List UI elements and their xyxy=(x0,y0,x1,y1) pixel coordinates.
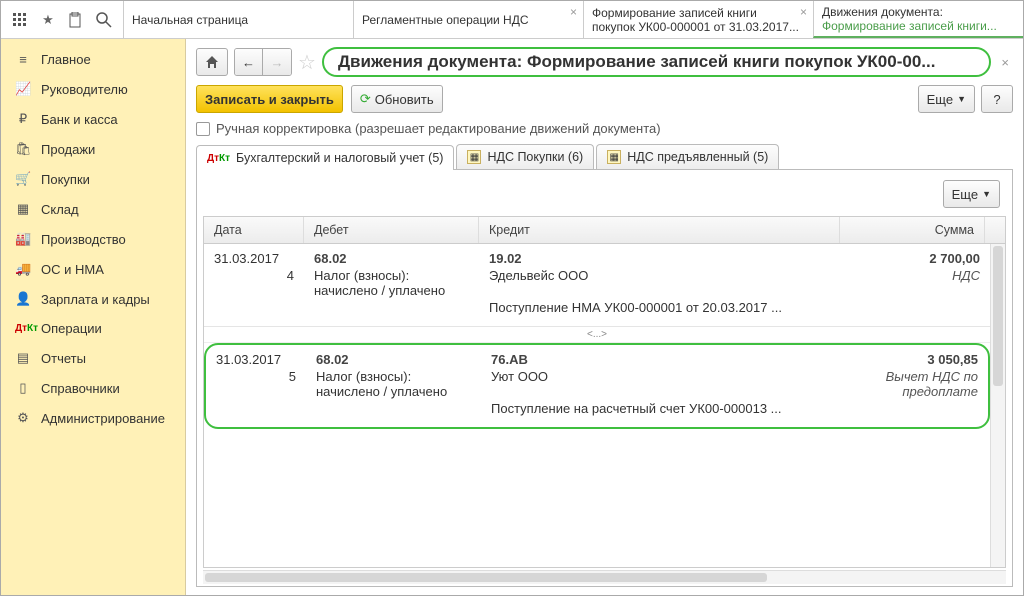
menu-icon: ≡ xyxy=(15,52,31,67)
tab-home[interactable]: Начальная страница xyxy=(123,1,353,38)
tab-doc-movements[interactable]: Движения документа: Формирование записей… xyxy=(813,1,1024,38)
sidebar-item-assets[interactable]: 🚚ОС и НМА xyxy=(1,254,185,284)
sidebar-item-hr[interactable]: 👤Зарплата и кадры xyxy=(1,284,185,314)
close-icon[interactable]: × xyxy=(800,5,807,19)
col-credit[interactable]: Кредит xyxy=(479,217,840,243)
dk-icon: ДтКт xyxy=(207,153,230,164)
nav-arrows: ← → xyxy=(234,48,292,76)
book-icon: ▯ xyxy=(15,380,31,396)
back-button[interactable]: ← xyxy=(235,49,263,75)
chart-icon: 📈 xyxy=(15,81,31,97)
vertical-scrollbar[interactable] xyxy=(990,244,1005,567)
sidebar-item-operations[interactable]: ДтКтОперации xyxy=(1,314,185,343)
row-separator: <...> xyxy=(204,327,990,343)
sidebar-item-warehouse[interactable]: ▦Склад xyxy=(1,194,185,224)
dk-icon: ДтКт xyxy=(15,323,31,334)
table-row[interactable]: 31.03.2017 68.02 19.02 2 700,00 4 Налог … xyxy=(204,244,990,327)
grid-more-button[interactable]: Еще▼ xyxy=(943,180,1000,208)
sidebar-item-reports[interactable]: ▤Отчеты xyxy=(1,343,185,373)
sidebar-item-sales[interactable]: 🛍Продажи xyxy=(1,134,185,164)
star-icon[interactable]: ★ xyxy=(39,11,57,29)
sidebar-item-purchases[interactable]: 🛒Покупки xyxy=(1,164,185,194)
report-icon: ▤ xyxy=(15,350,31,366)
manual-edit-label: Ручная корректировка (разрешает редактир… xyxy=(216,121,661,136)
clipboard-icon[interactable] xyxy=(67,11,85,29)
person-icon: 👤 xyxy=(15,291,31,307)
sidebar: ≡Главное 📈Руководителю ₽Банк и касса 🛍Пр… xyxy=(1,39,186,595)
forward-button[interactable]: → xyxy=(263,49,291,75)
gear-icon: ⚙ xyxy=(15,410,31,426)
page-title: Движения документа: Формирование записей… xyxy=(322,47,991,77)
tab-vat-ops[interactable]: Регламентные операции НДС × xyxy=(353,1,583,38)
subtab-accounting[interactable]: ДтКт Бухгалтерский и налоговый учет (5) xyxy=(196,145,454,170)
accounting-grid: Дата Дебет Кредит Сумма 31.03.2017 68.02 xyxy=(203,216,1006,568)
subtab-vat-purchases[interactable]: ▦ НДС Покупки (6) xyxy=(456,144,594,169)
register-icon: ▦ xyxy=(467,150,481,164)
col-sum[interactable]: Сумма xyxy=(840,217,985,243)
home-button[interactable] xyxy=(196,48,228,76)
cart-icon: 🛒 xyxy=(15,171,31,187)
sidebar-item-admin[interactable]: ⚙Администрирование xyxy=(1,403,185,433)
ruble-icon: ₽ xyxy=(15,111,31,127)
sidebar-item-bank[interactable]: ₽Банк и касса xyxy=(1,104,185,134)
register-icon: ▦ xyxy=(607,150,621,164)
boxes-icon: ▦ xyxy=(15,201,31,217)
apps-icon[interactable] xyxy=(11,11,29,29)
col-date[interactable]: Дата xyxy=(204,217,304,243)
top-bar: ★ Начальная страница Регламентные операц… xyxy=(1,1,1023,39)
save-close-button[interactable]: Записать и закрыть xyxy=(196,85,343,113)
sidebar-item-manager[interactable]: 📈Руководителю xyxy=(1,74,185,104)
bag-icon: 🛍 xyxy=(15,141,31,157)
refresh-button[interactable]: ⟳Обновить xyxy=(351,85,443,113)
close-icon[interactable]: × xyxy=(570,5,577,19)
search-icon[interactable] xyxy=(95,11,113,29)
truck-icon: 🚚 xyxy=(15,261,31,277)
table-row-highlighted[interactable]: 31.03.2017 68.02 76.АВ 3 050,85 5 Налог … xyxy=(204,343,990,429)
col-debit[interactable]: Дебет xyxy=(304,217,479,243)
sidebar-item-refs[interactable]: ▯Справочники xyxy=(1,373,185,403)
more-button[interactable]: Еще▼ xyxy=(918,85,975,113)
favorite-star-icon[interactable]: ☆ xyxy=(298,50,316,75)
tab-book-records[interactable]: Формирование записей книги покупок УК00-… xyxy=(583,1,813,38)
manual-edit-checkbox[interactable] xyxy=(196,122,210,136)
help-button[interactable]: ? xyxy=(981,85,1013,113)
sidebar-item-main[interactable]: ≡Главное xyxy=(1,45,185,74)
factory-icon: 🏭 xyxy=(15,231,31,247)
close-page-icon[interactable]: × xyxy=(997,55,1013,70)
horizontal-scrollbar[interactable] xyxy=(203,570,1006,584)
sidebar-item-production[interactable]: 🏭Производство xyxy=(1,224,185,254)
subtab-vat-charged[interactable]: ▦ НДС предъявленный (5) xyxy=(596,144,779,169)
